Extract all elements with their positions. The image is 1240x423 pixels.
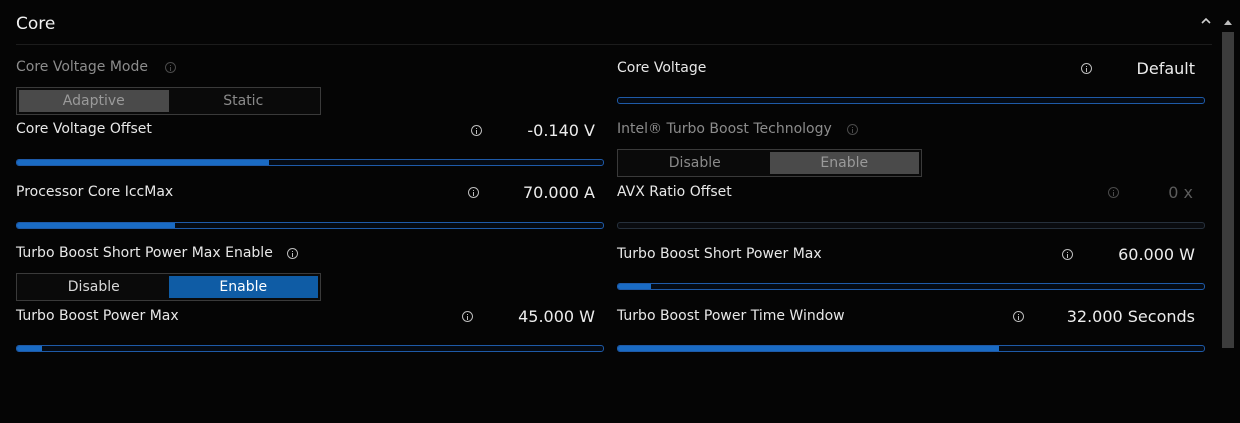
core-voltage-mode-toggle[interactable]: Adaptive Static xyxy=(16,87,321,115)
avx-ratio-offset-label: AVX Ratio Offset xyxy=(617,184,732,200)
core-voltage-offset-label: Core Voltage Offset xyxy=(16,121,152,137)
power-time-window-label: Turbo Boost Power Time Window xyxy=(617,308,845,324)
turbo-boost-technology-disable[interactable]: Disable xyxy=(620,152,770,174)
avx-ratio-offset-slider[interactable] xyxy=(617,222,1205,229)
short-power-max-enable-label: Turbo Boost Short Power Max Enable xyxy=(16,245,273,261)
power-max-label: Turbo Boost Power Max xyxy=(16,308,179,324)
turbo-boost-technology-enable[interactable]: Enable xyxy=(769,152,919,174)
scrollbar-thumb[interactable] xyxy=(1222,32,1234,348)
scroll-up-arrow-icon[interactable] xyxy=(1224,18,1232,26)
info-icon[interactable] xyxy=(287,248,298,259)
short-power-max-label: Turbo Boost Short Power Max xyxy=(617,246,822,262)
power-time-window-value: 32.000 Seconds xyxy=(1066,307,1195,326)
processor-core-iccmax-label: Processor Core IccMax xyxy=(16,184,174,200)
info-icon[interactable] xyxy=(1108,187,1119,198)
turbo-boost-technology-label: Intel® Turbo Boost Technology xyxy=(617,121,832,137)
short-power-max-slider[interactable] xyxy=(617,283,1205,290)
core-voltage-offset-value: -0.140 V xyxy=(527,121,595,140)
core-voltage-offset-slider[interactable] xyxy=(16,159,604,166)
chevron-up-icon[interactable] xyxy=(1199,14,1213,28)
power-max-slider[interactable] xyxy=(16,345,604,352)
info-icon[interactable] xyxy=(165,62,176,73)
info-icon[interactable] xyxy=(1013,311,1024,322)
power-time-window-slider[interactable] xyxy=(617,345,1205,352)
short-power-max-enable-enable[interactable]: Enable xyxy=(168,276,318,298)
core-voltage-mode-adaptive[interactable]: Adaptive xyxy=(19,90,169,112)
core-voltage-label: Core Voltage xyxy=(617,60,707,76)
info-icon[interactable] xyxy=(468,187,479,198)
core-voltage-mode-static[interactable]: Static xyxy=(169,90,319,112)
info-icon[interactable] xyxy=(471,125,482,136)
short-power-max-value: 60.000 W xyxy=(1118,245,1195,264)
processor-core-iccmax-slider[interactable] xyxy=(16,222,604,229)
processor-core-iccmax-value: 70.000 A xyxy=(522,183,595,202)
section-title: Core xyxy=(16,14,56,34)
core-voltage-mode-label: Core Voltage Mode xyxy=(16,59,148,75)
core-voltage-slider[interactable] xyxy=(617,97,1205,104)
info-icon[interactable] xyxy=(847,124,858,135)
info-icon[interactable] xyxy=(1062,249,1073,260)
short-power-max-enable-disable[interactable]: Disable xyxy=(19,276,169,298)
avx-ratio-offset-value: 0 x xyxy=(1168,183,1193,202)
info-icon[interactable] xyxy=(462,311,473,322)
short-power-max-enable-toggle[interactable]: Disable Enable xyxy=(16,273,321,301)
core-voltage-value: Default xyxy=(1136,59,1195,78)
power-max-value: 45.000 W xyxy=(518,307,595,326)
section-divider xyxy=(16,44,1212,45)
info-icon[interactable] xyxy=(1081,63,1092,74)
turbo-boost-technology-toggle[interactable]: Disable Enable xyxy=(617,149,922,177)
